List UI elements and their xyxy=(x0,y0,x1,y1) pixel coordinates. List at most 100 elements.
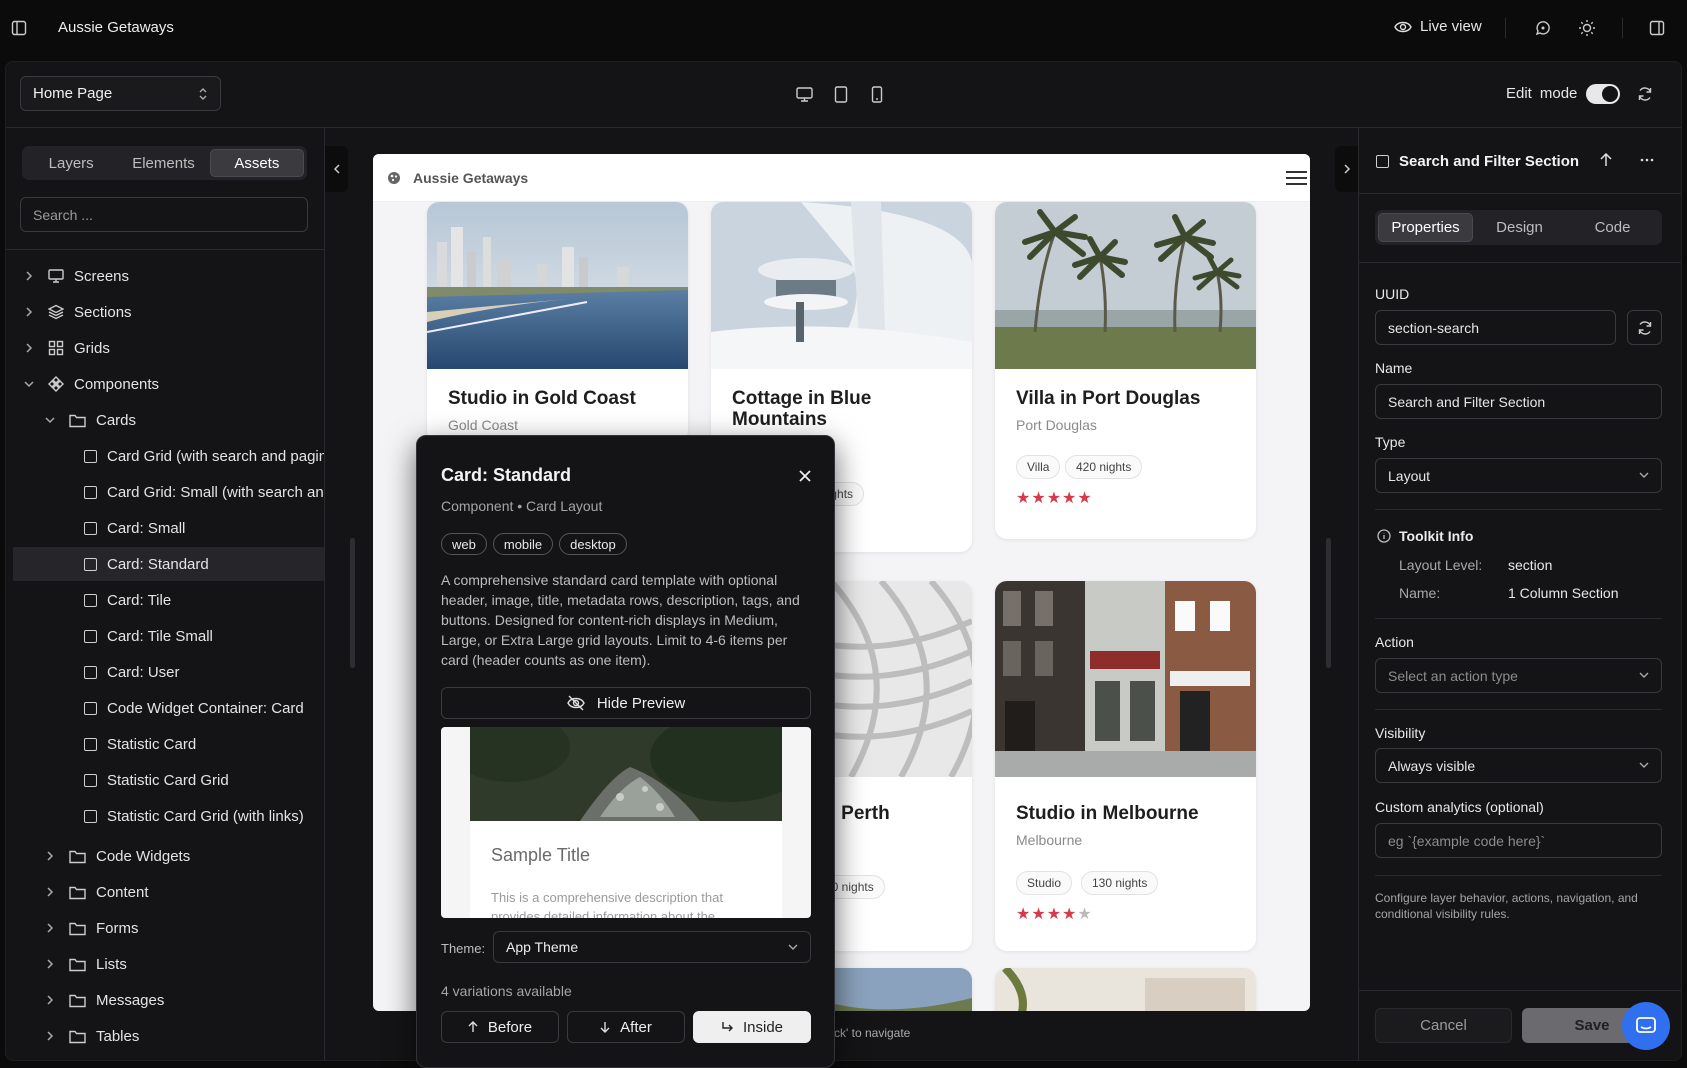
components-icon xyxy=(48,376,64,392)
insert-after-button[interactable]: After xyxy=(567,1011,685,1043)
refresh-icon[interactable] xyxy=(1635,84,1655,104)
toolkit-name-value: 1 Column Section xyxy=(1508,585,1619,601)
tree-item-code-widgets[interactable]: Code Widgets xyxy=(0,839,324,873)
tree-item-statistic-card[interactable]: Statistic Card xyxy=(0,727,324,761)
tree-item-card-tile-small[interactable]: Card: Tile Small xyxy=(0,619,324,653)
tablet-view-icon[interactable] xyxy=(831,84,851,104)
before-label: Before xyxy=(487,1018,533,1036)
live-view-label: Live view xyxy=(1420,18,1482,35)
folder-icon xyxy=(69,886,86,899)
tree-item-card-tile[interactable]: Card: Tile xyxy=(0,583,324,617)
header-divider xyxy=(1359,193,1681,194)
chat-icon xyxy=(1636,1017,1656,1033)
sidebar-toggle-icon[interactable] xyxy=(10,19,28,37)
info-icon xyxy=(1377,529,1391,543)
hide-preview-button[interactable]: Hide Preview xyxy=(441,687,811,719)
corner-down-right-icon xyxy=(722,1022,733,1032)
analytics-input[interactable]: eg `{example code here}` xyxy=(1375,823,1662,858)
tree-item-cards[interactable]: Cards xyxy=(0,403,324,437)
tab-code[interactable]: Code xyxy=(1566,213,1659,242)
chevron-right-icon xyxy=(47,995,54,1005)
tree-item-card-grid-search[interactable]: Card Grid (with search and pagina xyxy=(0,439,324,473)
tree-item-label: Card: Tile Small xyxy=(107,627,213,645)
divider xyxy=(1505,18,1506,38)
tree-item-label: Card: Standard xyxy=(107,555,209,573)
insert-before-button[interactable]: Before xyxy=(441,1011,559,1043)
toolkit-name-key: Name: xyxy=(1399,585,1441,601)
hamburger-menu-icon[interactable] xyxy=(1286,170,1307,186)
theme-sun-icon[interactable] xyxy=(1577,18,1597,38)
listing-image xyxy=(995,202,1256,369)
selected-layer-header: Search and Filter Section xyxy=(1376,153,1579,170)
desktop-view-icon[interactable] xyxy=(794,84,814,104)
layout-level-key: Layout Level: xyxy=(1399,557,1483,573)
select-parent-icon[interactable] xyxy=(1596,150,1616,170)
canvas-scrollbar[interactable] xyxy=(1326,538,1331,668)
tree-item-lists[interactable]: Lists xyxy=(0,947,324,981)
mobile-view-icon[interactable] xyxy=(867,84,887,104)
tree-item-messages[interactable]: Messages xyxy=(0,983,324,1017)
collapse-right-panel[interactable] xyxy=(1335,146,1358,192)
tree-item-statistic-card-grid[interactable]: Statistic Card Grid xyxy=(0,763,324,797)
theme-select[interactable]: App Theme xyxy=(493,931,811,963)
listing-card[interactable]: Studio in Melbourne Melbourne Studio 130… xyxy=(995,581,1256,951)
tab-elements[interactable]: Elements xyxy=(117,149,209,177)
tree-item-card-standard[interactable]: Card: Standard xyxy=(13,547,324,581)
tree-item-label: Code Widgets xyxy=(96,847,191,865)
tree-item-sections[interactable]: Sections xyxy=(0,295,324,329)
listing-location: Gold Coast xyxy=(448,417,519,433)
tree-item-card-grid-small[interactable]: Card Grid: Small (with search and xyxy=(0,475,324,509)
tree-item-forms[interactable]: Forms xyxy=(0,911,324,945)
right-panel-toggle-icon[interactable] xyxy=(1647,18,1667,38)
visibility-select[interactable]: Always visible xyxy=(1375,748,1662,783)
tree-item-label: Card: Tile xyxy=(107,591,172,609)
chevron-left-icon xyxy=(333,164,340,174)
tree-item-card-small[interactable]: Card: Small xyxy=(0,511,324,545)
more-options-icon[interactable] xyxy=(1637,150,1657,170)
tree-item-components[interactable]: Components xyxy=(0,367,324,401)
edit-mode-toggle[interactable] xyxy=(1586,84,1620,104)
square-icon xyxy=(84,809,97,823)
tree-item-screens[interactable]: Screens xyxy=(0,259,324,293)
tree-item-code-widget-card[interactable]: Code Widget Container: Card xyxy=(0,691,324,725)
square-icon xyxy=(84,737,97,751)
close-icon[interactable] xyxy=(795,466,815,486)
assets-search-input[interactable]: Search ... xyxy=(20,197,308,232)
insert-inside-button[interactable]: Inside xyxy=(693,1011,811,1043)
tree-item-content[interactable]: Content xyxy=(0,875,324,909)
tree-item-grids[interactable]: Grids xyxy=(0,331,324,365)
tree-item-tables[interactable]: Tables xyxy=(0,1019,324,1053)
uuid-value: section-search xyxy=(1388,319,1480,336)
square-icon xyxy=(84,557,97,571)
chevron-down-icon xyxy=(45,417,55,424)
regenerate-uuid-button[interactable] xyxy=(1627,310,1662,345)
inside-label: Inside xyxy=(742,1018,784,1036)
tab-properties[interactable]: Properties xyxy=(1378,213,1473,242)
tree-item-card-user[interactable]: Card: User xyxy=(0,655,324,689)
sample-card-title: Sample Title xyxy=(491,845,591,865)
left-scrollbar[interactable] xyxy=(350,538,355,668)
navigate-hint: ck' to navigate xyxy=(834,1026,911,1040)
action-select[interactable]: Select an action type xyxy=(1375,658,1662,693)
type-select[interactable]: Layout xyxy=(1375,458,1662,493)
listing-card[interactable]: Villa in Port Douglas Port Douglas Villa… xyxy=(995,202,1256,539)
name-input[interactable]: Search and Filter Section xyxy=(1375,384,1662,419)
cancel-button[interactable]: Cancel xyxy=(1375,1008,1512,1043)
tab-design[interactable]: Design xyxy=(1473,213,1566,242)
tab-assets[interactable]: Assets xyxy=(209,149,304,177)
listing-card[interactable] xyxy=(995,968,1256,1011)
tree-item-label: Content xyxy=(96,883,149,901)
uuid-input[interactable]: section-search xyxy=(1375,310,1616,345)
tree-item-label: Sections xyxy=(74,303,132,321)
tree-item-statistic-card-grid-links[interactable]: Statistic Card Grid (with links) xyxy=(0,799,324,833)
chat-support-button[interactable] xyxy=(1622,1002,1670,1050)
live-view-button[interactable]: Live view xyxy=(1394,18,1482,35)
feedback-icon[interactable] xyxy=(1533,18,1553,38)
page-select[interactable]: Home Page xyxy=(20,76,221,111)
listing-card[interactable]: Studio in Gold Coast Gold Coast xyxy=(427,202,688,442)
collapse-left-panel[interactable] xyxy=(325,146,348,192)
tab-layers[interactable]: Layers xyxy=(25,149,117,177)
app-title: Aussie Getaways xyxy=(58,19,174,36)
chevron-down-icon xyxy=(24,381,34,388)
sample-card-image xyxy=(470,727,782,821)
